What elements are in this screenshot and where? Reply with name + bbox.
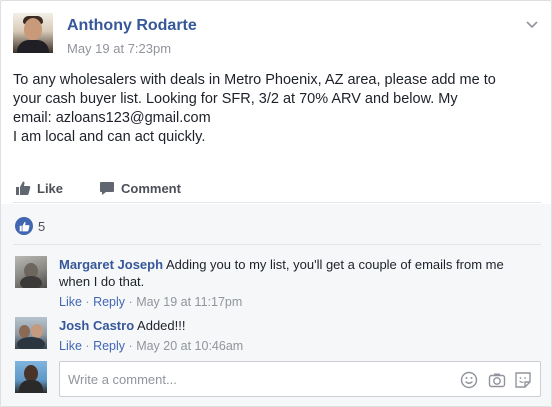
speech-bubble-icon [100, 182, 114, 195]
comment-input-placeholder: Write a comment... [68, 372, 177, 387]
sticker-icon[interactable] [514, 371, 532, 389]
comment-reply-link[interactable]: Reply [93, 295, 125, 309]
post-text-line: your cash buyer list. Looking for SFR, 3… [13, 91, 458, 107]
like-button[interactable]: Like [15, 178, 63, 198]
comment-text: Added!!! [137, 318, 186, 333]
commenter-avatar[interactable] [15, 317, 47, 349]
comment-timestamp[interactable]: May 19 at 11:17pm [136, 295, 242, 309]
reactions-summary[interactable]: 5 [15, 216, 45, 236]
comment-text: when I do that. [59, 274, 145, 289]
reaction-count: 5 [38, 218, 46, 234]
comments-section: 5 Margaret Joseph Adding you to my list,… [1, 204, 551, 406]
meta-separator: · [85, 295, 90, 309]
comment-timestamp[interactable]: May 20 at 10:46am [136, 339, 243, 353]
thumbs-up-icon [16, 181, 31, 195]
comment-author[interactable]: Margaret Joseph [59, 257, 163, 272]
chevron-down-icon[interactable] [525, 17, 539, 31]
author-name[interactable]: Anthony Rodarte [67, 17, 197, 35]
camera-icon[interactable] [488, 371, 506, 389]
comment-like-link[interactable]: Like [59, 339, 82, 353]
post-actions: Like Comment [13, 169, 541, 203]
meta-separator: · [128, 339, 133, 353]
comment-button[interactable]: Comment [99, 178, 181, 198]
comment-author[interactable]: Josh Castro [59, 318, 134, 333]
write-comment-row: Write a comment... [15, 361, 541, 399]
post-text-line: I am local and can act quickly. [13, 129, 206, 145]
comment-input[interactable]: Write a comment... [59, 361, 541, 397]
comment-reply-link[interactable]: Reply [93, 339, 125, 353]
meta-separator: · [85, 339, 90, 353]
comment-like-link[interactable]: Like [59, 295, 82, 309]
meta-separator: · [128, 295, 133, 309]
divider [13, 244, 541, 245]
comment-text: Adding you to my list, you'll get a coup… [165, 257, 504, 272]
post-card: Anthony Rodarte May 19 at 7:23pm To any … [0, 0, 552, 407]
commenter-avatar[interactable] [15, 256, 47, 288]
like-label: Like [37, 180, 64, 196]
like-reaction-icon [15, 217, 33, 235]
post-text-line: To any wholesalers with deals in Metro P… [13, 72, 496, 88]
post-body: To any wholesalers with deals in Metro P… [13, 71, 541, 147]
post-header: Anthony Rodarte May 19 at 7:23pm [13, 13, 541, 63]
author-avatar[interactable] [13, 13, 53, 53]
current-user-avatar[interactable] [15, 361, 47, 393]
post-timestamp[interactable]: May 19 at 7:23pm [67, 41, 171, 56]
comment-label: Comment [121, 180, 181, 196]
emoji-icon[interactable] [460, 371, 478, 389]
post-text-line: email: azloans123@gmail.com [13, 110, 211, 126]
